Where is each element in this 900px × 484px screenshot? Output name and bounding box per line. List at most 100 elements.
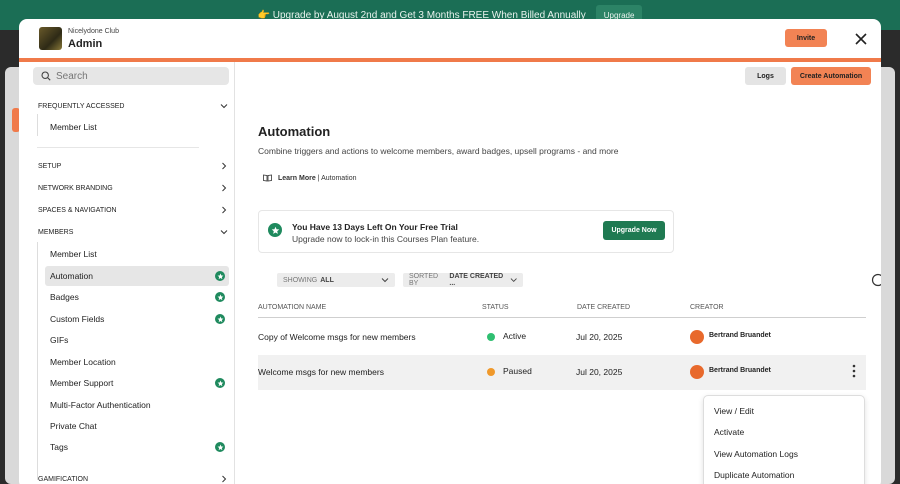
automation-name[interactable]: Copy of Welcome msgs for new members: [258, 332, 416, 342]
page-title-admin: Admin: [68, 38, 103, 50]
section-label: GAMIFICATION: [38, 475, 89, 483]
sidebar-item-private-chat[interactable]: Private Chat: [45, 416, 229, 436]
trial-subtitle: Upgrade now to lock-in this Courses Plan…: [292, 234, 480, 244]
sort-value: DATE CREATED ...: [449, 273, 504, 287]
star-badge-icon: [268, 223, 282, 237]
section-setup[interactable]: SETUP: [38, 158, 228, 174]
menu-item-view-edit[interactable]: View / Edit: [714, 406, 754, 416]
sidebar-item-label: Member Location: [50, 357, 116, 367]
trial-title: You Have 13 Days Left On Your Free Trial: [292, 222, 458, 232]
trial-banner: You Have 13 Days Left On Your Free Trial…: [258, 210, 674, 253]
upgrade-now-button[interactable]: Upgrade Now: [603, 221, 665, 240]
creator-avatar: [690, 365, 704, 379]
table-row[interactable]: Welcome msgs for new members Paused Jul …: [258, 355, 866, 390]
book-icon: [263, 174, 272, 182]
sidebar-item-custom-fields[interactable]: Custom Fields: [45, 309, 229, 329]
sidebar-item-label: Member Support: [50, 378, 114, 388]
table-row[interactable]: Copy of Welcome msgs for new members Act…: [258, 320, 866, 355]
star-badge-icon: [215, 442, 225, 452]
chevron-down-icon: [220, 230, 228, 235]
menu-item-duplicate[interactable]: Duplicate Automation: [714, 470, 794, 480]
status-dot-paused: [487, 368, 495, 376]
filter-prefix: SHOWING: [283, 276, 318, 284]
chevron-right-icon: [222, 206, 227, 214]
creator-name: Bertrand Bruandet: [709, 367, 771, 374]
status-text: Active: [503, 331, 527, 341]
column-header-date: DATE CREATED: [577, 304, 631, 311]
tree-line: [37, 242, 38, 480]
row-context-menu: View / Edit Activate View Automation Log…: [703, 395, 865, 484]
column-header-creator: CREATOR: [690, 304, 724, 311]
page-title: Automation: [258, 124, 331, 139]
more-options-icon[interactable]: [852, 363, 856, 379]
logs-button[interactable]: Logs: [745, 67, 786, 85]
sidebar-item-badges[interactable]: Badges: [45, 287, 229, 307]
sidebar-item-member-list-frequent[interactable]: Member List: [45, 117, 229, 137]
search-icon: [41, 71, 51, 81]
menu-item-activate[interactable]: Activate: [714, 427, 744, 437]
sidebar-item-label: Badges: [50, 292, 79, 302]
sidebar-item-label: GIFs: [50, 335, 69, 345]
date-created: Jul 20, 2025: [576, 332, 623, 342]
sidebar-item-label: Custom Fields: [50, 314, 105, 324]
sidebar-item-label: Multi-Factor Authentication: [50, 400, 151, 410]
sidebar-item-member-location[interactable]: Member Location: [45, 352, 229, 372]
divider: [37, 147, 199, 148]
club-name: Nicelydone Club: [68, 28, 119, 35]
section-label: SETUP: [38, 162, 62, 170]
learn-more-suffix: | Automation: [317, 174, 357, 182]
learn-more-link[interactable]: Learn More | Automation: [263, 174, 356, 182]
chevron-right-icon: [222, 475, 227, 483]
section-label: FREQUENTLY ACCESSED: [38, 102, 125, 110]
invite-button[interactable]: Invite: [785, 29, 827, 47]
status-text: Paused: [503, 366, 532, 376]
sidebar-item-member-list[interactable]: Member List: [45, 244, 229, 264]
chevron-down-icon: [510, 278, 517, 283]
filter-value: ALL: [320, 276, 334, 284]
date-created: Jul 20, 2025: [576, 367, 623, 377]
section-network-branding[interactable]: NETWORK BRANDING: [38, 180, 228, 196]
section-frequently-accessed[interactable]: FREQUENTLY ACCESSED: [38, 98, 228, 114]
section-gamification[interactable]: GAMIFICATION: [38, 471, 228, 484]
sidebar-item-gifs[interactable]: GIFs: [45, 330, 229, 350]
chevron-down-icon: [381, 278, 389, 283]
section-label: SPACES & NAVIGATION: [38, 206, 117, 214]
column-header-name: AUTOMATION NAME: [258, 304, 327, 311]
club-logo: [39, 27, 62, 50]
menu-item-view-logs[interactable]: View Automation Logs: [714, 449, 798, 459]
modal-header: Nicelydone Club Admin Invite: [19, 19, 881, 59]
close-icon[interactable]: [853, 31, 869, 47]
page-description: Combine triggers and actions to welcome …: [258, 146, 619, 156]
sidebar-item-tags[interactable]: Tags: [45, 437, 229, 457]
sidebar-item-multi-factor-auth[interactable]: Multi-Factor Authentication: [45, 395, 229, 415]
section-spaces-navigation[interactable]: SPACES & NAVIGATION: [38, 202, 228, 218]
sidebar-item-label: Member List: [50, 249, 97, 259]
tree-line: [37, 114, 38, 136]
section-label: MEMBERS: [38, 228, 74, 236]
star-badge-icon: [215, 271, 225, 281]
sort-filter[interactable]: SORTED BY DATE CREATED ...: [403, 273, 523, 287]
create-automation-button[interactable]: Create Automation: [791, 67, 871, 85]
star-badge-icon: [215, 292, 225, 302]
sidebar-search[interactable]: [33, 67, 229, 85]
star-badge-icon: [215, 314, 225, 324]
section-members[interactable]: MEMBERS: [38, 224, 228, 240]
creator-name: Bertrand Bruandet: [709, 332, 771, 339]
section-label: NETWORK BRANDING: [38, 184, 113, 192]
table-search-icon[interactable]: [871, 273, 881, 289]
sidebar-item-label: Tags: [50, 442, 68, 452]
chevron-right-icon: [222, 162, 227, 170]
sidebar-item-member-support[interactable]: Member Support: [45, 373, 229, 393]
table-header-divider: [258, 317, 866, 318]
automation-name[interactable]: Welcome msgs for new members: [258, 367, 384, 377]
sidebar-item-automation[interactable]: Automation: [45, 266, 229, 286]
sidebar-item-label: Private Chat: [50, 421, 97, 431]
showing-filter[interactable]: SHOWING ALL: [277, 273, 395, 287]
status-dot-active: [487, 333, 495, 341]
learn-more-label[interactable]: Learn More: [278, 175, 316, 182]
search-input[interactable]: [56, 70, 216, 82]
chevron-right-icon: [222, 184, 227, 192]
star-badge-icon: [215, 378, 225, 388]
sort-prefix: SORTED BY: [409, 273, 439, 287]
column-header-status: STATUS: [482, 304, 509, 311]
